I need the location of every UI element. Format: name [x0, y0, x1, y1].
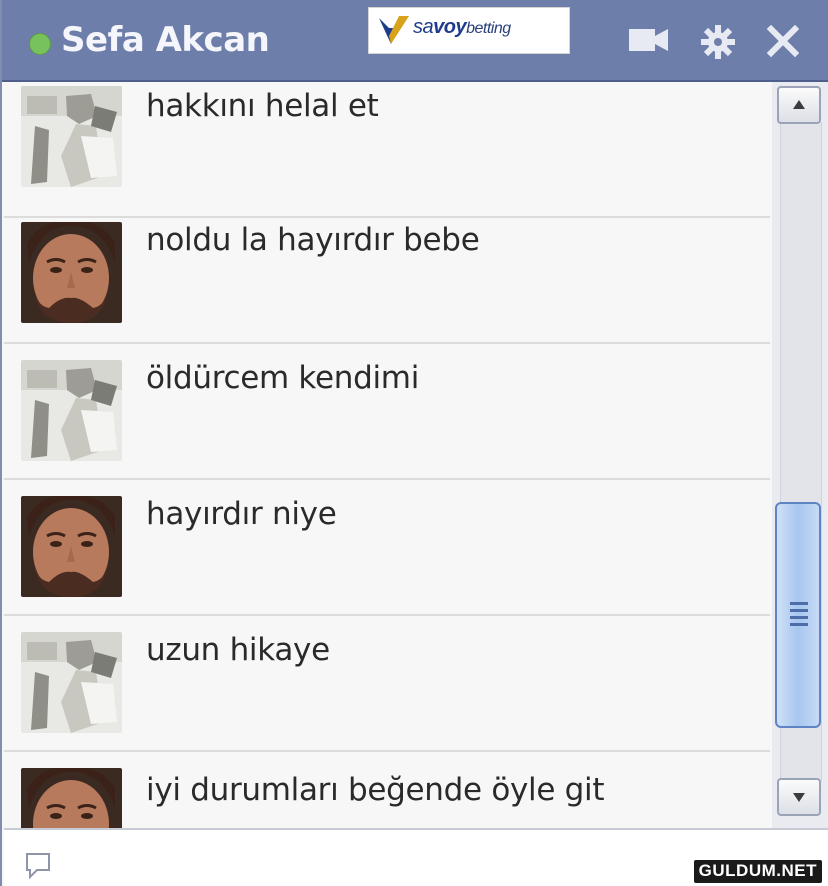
message-input[interactable] — [64, 840, 668, 880]
ad-brand-text: savoybetting — [413, 16, 511, 39]
message-scrollbar[interactable] — [772, 82, 828, 828]
message-row: iyi durumları beğende öyle git — [4, 752, 770, 828]
message-row: uzun hikaye — [4, 616, 770, 752]
message-composer: GULDUM.NET — [4, 828, 828, 886]
scrollbar-thumb[interactable] — [775, 502, 821, 728]
savoybetting-logo[interactable]: savoybetting — [368, 7, 570, 54]
ad-brand-suffix: betting — [466, 20, 511, 37]
video-call-icon[interactable] — [628, 26, 670, 54]
friend-avatar-1[interactable] — [21, 360, 122, 461]
message-row: noldu la hayırdır bebe — [4, 208, 770, 344]
friend-avatar-2[interactable] — [21, 496, 122, 597]
ad-brand-prefix: sa — [413, 16, 434, 38]
message-row: hakkını helal et — [4, 82, 770, 218]
message-text: iyi durumları beğende öyle git — [146, 772, 605, 808]
close-icon[interactable] — [767, 25, 799, 57]
message-row: öldürcem kendimi — [4, 344, 770, 480]
message-text: hakkını helal et — [146, 88, 379, 124]
chevron-up-icon — [793, 100, 805, 109]
watermark-text: GULDUM.NET — [693, 860, 822, 883]
scroll-grip-icon — [790, 602, 808, 626]
friend-avatar-1[interactable] — [21, 86, 122, 187]
ad-brand-bold: voy — [433, 16, 467, 38]
message-text: öldürcem kendimi — [146, 360, 420, 396]
friend-avatar-2[interactable] — [21, 768, 122, 828]
message-list[interactable]: hakkını helal et noldu la hayırdır bebe — [4, 82, 770, 828]
friend-avatar-2[interactable] — [21, 222, 122, 323]
message-text: noldu la hayırdır bebe — [146, 222, 480, 258]
contact-name[interactable]: Sefa Akcan — [61, 20, 270, 60]
gear-icon[interactable] — [700, 24, 736, 60]
chat-bubble-icon[interactable] — [25, 852, 51, 880]
message-text: hayırdır niye — [146, 496, 337, 532]
message-row: hayırdır niye — [4, 480, 770, 616]
chevron-down-icon — [793, 793, 805, 802]
message-text: uzun hikaye — [146, 632, 330, 668]
friend-avatar-1[interactable] — [21, 632, 122, 733]
savoy-v-logo-icon — [379, 16, 409, 44]
chat-titlebar[interactable]: Sefa Akcan savoybetting — [2, 0, 828, 82]
online-status-icon — [29, 33, 51, 55]
scroll-up-button[interactable] — [777, 86, 821, 124]
chat-window: Sefa Akcan savoybetting hakkını helal et… — [0, 0, 828, 886]
scroll-down-button[interactable] — [777, 778, 821, 816]
